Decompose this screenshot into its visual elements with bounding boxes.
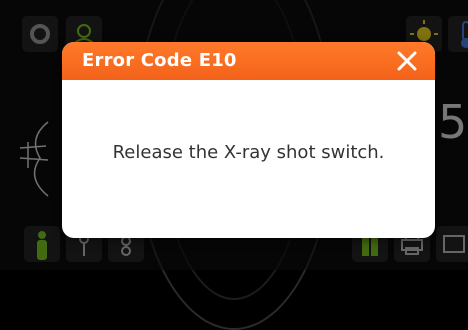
dialog-header: Error Code E10 <box>62 42 435 80</box>
dialog-title: Error Code E10 <box>82 50 237 71</box>
error-message: Release the X-ray shot switch. <box>112 142 385 163</box>
close-icon <box>397 51 417 71</box>
close-button[interactable] <box>395 49 419 73</box>
error-dialog: Error Code E10 Release the X-ray shot sw… <box>62 42 435 238</box>
